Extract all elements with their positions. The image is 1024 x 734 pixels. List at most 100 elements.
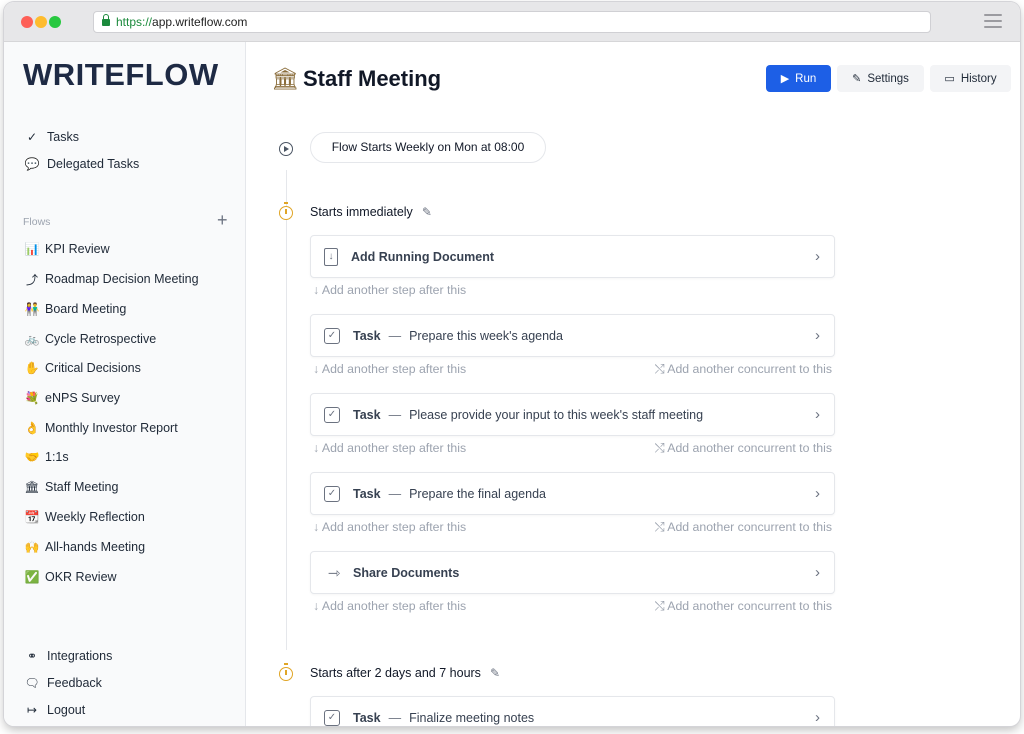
sidebar-item-tasks[interactable]: ✓ Tasks <box>24 127 79 147</box>
sidebar-item-label: Tasks <box>47 130 79 144</box>
add-concurrent-link[interactable]: ⤭ Add another concurrent to this <box>655 441 832 456</box>
sidebar-item-staff-meeting[interactable]: 🏛 Staff Meeting <box>24 477 118 497</box>
step-title: Share Documents <box>353 565 460 580</box>
stopwatch-icon <box>279 202 293 220</box>
flow-schedule-pill[interactable]: Flow Starts Weekly on Mon at 08:00 <box>310 132 546 163</box>
add-step-after-link[interactable]: ↓ Add another step after this <box>313 520 466 534</box>
chevron-right-icon: › <box>815 564 820 581</box>
sidebar-item-roadmap-decision-meeting[interactable]: ⤴ Roadmap Decision Meeting <box>24 269 199 289</box>
pencil-icon[interactable]: ✎ <box>490 666 500 680</box>
address-bar[interactable]: https://app.writeflow.com <box>93 11 931 33</box>
arrow-up-icon: ⤴ <box>25 272 38 287</box>
separator-dash: — <box>388 710 402 725</box>
sidebar-item-monthly-investor-report[interactable]: 👌 Monthly Investor Report <box>24 418 178 438</box>
sidebar-item-all-hands-meeting[interactable]: 🙌 All-hands Meeting <box>24 537 146 557</box>
sidebar-item-integrations[interactable]: ⚭ Integrations <box>24 646 112 666</box>
step-card-task[interactable]: ✓ Task — Please provide your input to th… <box>310 393 835 436</box>
stage-label: Starts immediately ✎ <box>310 205 432 219</box>
add-step-after-link[interactable]: ↓ Add another step after this <box>313 283 466 297</box>
archive-icon: ▭ <box>944 73 955 85</box>
sidebar-item-label: Critical Decisions <box>45 361 141 375</box>
sidebar-item-label: Logout <box>47 703 86 717</box>
handshake-icon: 🤝 <box>24 450 40 464</box>
sidebar-item-enps-survey[interactable]: 💐 eNPS Survey <box>24 388 121 408</box>
add-step-after-link[interactable]: ↓ Add another step after this <box>313 441 466 455</box>
app-logo[interactable]: WRITEFLOW <box>23 57 219 93</box>
sidebar-item-label: OKR Review <box>45 570 117 584</box>
sidebar-item-label: All-hands Meeting <box>45 540 146 554</box>
flows-section-title: Flows <box>23 216 51 228</box>
share-arrow-icon: ⇾ <box>327 564 341 582</box>
add-concurrent-link[interactable]: ⤭ Add another concurrent to this <box>655 599 832 614</box>
raised-hands-icon: 🙌 <box>24 540 40 554</box>
checkbox-icon: ✓ <box>324 709 340 726</box>
checkbox-icon: ✓ <box>324 406 340 423</box>
sidebar-item-feedback[interactable]: 🗨 Feedback <box>24 673 102 693</box>
add-flow-button[interactable]: + <box>217 211 228 229</box>
sidebar-item-board-meeting[interactable]: 👫 Board Meeting <box>24 299 127 319</box>
chat-bubble-icon: 💬 <box>24 157 40 171</box>
step-title: Task <box>353 328 381 343</box>
step-description: Finalize meeting notes <box>409 710 535 725</box>
sidebar-item-kpi-review[interactable]: 📊 KPI Review <box>24 239 110 259</box>
history-button[interactable]: ▭ History <box>930 65 1011 92</box>
settings-button[interactable]: ✎ Settings <box>837 65 924 92</box>
speech-bubble-icon: 🗨 <box>24 676 40 690</box>
step-description: Prepare this week's agenda <box>409 328 563 343</box>
sidebar-item-delegated-tasks[interactable]: 💬 Delegated Tasks <box>24 154 140 174</box>
menu-icon[interactable] <box>984 14 1002 28</box>
ok-hand-icon: 👌 <box>24 421 40 435</box>
sidebar-item-label: Staff Meeting <box>45 480 119 494</box>
add-step-after-link[interactable]: ↓ Add another step after this <box>313 599 466 613</box>
chevron-right-icon: › <box>815 485 820 502</box>
check-box-icon: ✅ <box>24 570 40 584</box>
sidebar-item-logout[interactable]: ↦ Logout <box>24 700 85 720</box>
sidebar-item-label: eNPS Survey <box>45 391 121 405</box>
classical-building-icon: 🏛 <box>24 480 40 494</box>
step-title: Task <box>353 407 381 422</box>
sidebar-item-label: Cycle Retrospective <box>45 332 157 346</box>
step-card-task[interactable]: ✓ Task — Prepare this week's agenda › <box>310 314 835 357</box>
checkbox-icon: ✓ <box>324 327 340 344</box>
stage-label-text: Starts after 2 days and 7 hours <box>310 666 481 680</box>
chevron-right-icon: › <box>815 248 820 265</box>
timeline-line <box>286 170 287 650</box>
minimize-window-button[interactable] <box>35 16 47 28</box>
add-concurrent-link[interactable]: ⤭ Add another concurrent to this <box>655 520 832 535</box>
chevron-right-icon: › <box>815 709 820 726</box>
step-card-share-documents[interactable]: ⇾ Share Documents › <box>310 551 835 594</box>
step-card-task[interactable]: ✓ Task — Finalize meeting notes › <box>310 696 835 726</box>
stopwatch-icon <box>279 663 293 681</box>
step-title: Add Running Document <box>351 249 495 264</box>
step-card-add-running-document[interactable]: ↓ Add Running Document › <box>310 235 835 278</box>
step-title: Task <box>353 710 381 725</box>
lock-icon <box>102 14 110 26</box>
link-icon: ⚭ <box>26 649 38 663</box>
sidebar-item-label: Weekly Reflection <box>45 510 145 524</box>
play-circle-icon <box>279 142 293 156</box>
history-button-label: History <box>960 72 997 85</box>
add-step-after-link[interactable]: ↓ Add another step after this <box>313 362 466 376</box>
pencil-icon[interactable]: ✎ <box>422 205 432 219</box>
sidebar-item-label: 1:1s <box>45 450 69 464</box>
separator-dash: — <box>388 407 402 422</box>
settings-button-label: Settings <box>867 72 909 85</box>
sidebar-item-cycle-retrospective[interactable]: 🚲 Cycle Retrospective <box>24 329 157 349</box>
checkbox-icon: ✓ <box>324 485 340 502</box>
people-icon: 👫 <box>24 302 40 316</box>
sidebar-item-critical-decisions[interactable]: ✋ Critical Decisions <box>24 358 141 378</box>
add-concurrent-link[interactable]: ⤭ Add another concurrent to this <box>655 362 832 377</box>
step-card-task[interactable]: ✓ Task — Prepare the final agenda › <box>310 472 835 515</box>
maximize-window-button[interactable] <box>49 16 61 28</box>
page-title: Staff Meeting <box>303 66 442 91</box>
separator-dash: — <box>388 486 402 501</box>
sidebar-item-label: Integrations <box>47 649 113 663</box>
stage-label-text: Starts immediately <box>310 205 413 219</box>
close-window-button[interactable] <box>21 16 33 28</box>
chevron-right-icon: › <box>815 327 820 344</box>
step-description: Prepare the final agenda <box>409 486 546 501</box>
sidebar-item-weekly-reflection[interactable]: 📆 Weekly Reflection <box>24 507 145 527</box>
run-button[interactable]: ▶ Run <box>766 65 831 92</box>
sidebar-item-okr-review[interactable]: ✅ OKR Review <box>24 567 117 587</box>
sidebar-item-one-on-ones[interactable]: 🤝 1:1s <box>24 447 69 467</box>
